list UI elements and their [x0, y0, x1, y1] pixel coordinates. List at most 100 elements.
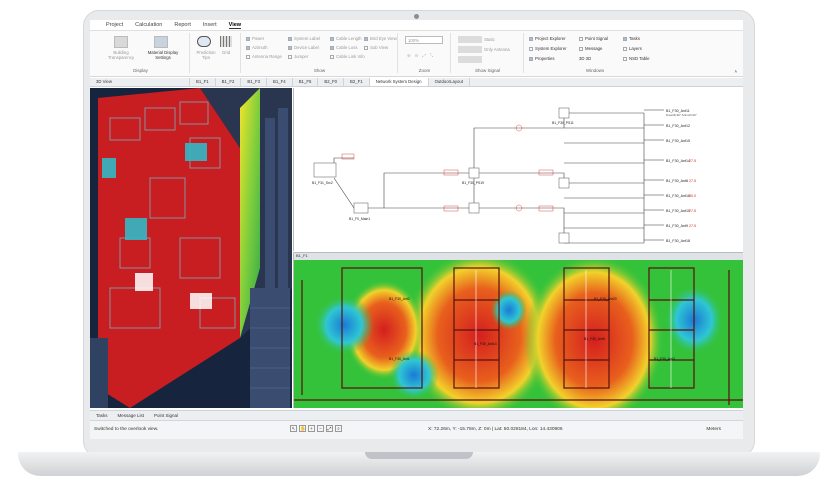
tab-insert[interactable]: Insert — [203, 22, 217, 28]
azimuth-checkbox[interactable]: Azimuth — [246, 45, 268, 50]
nsd-table-toggle[interactable]: NSD Table — [623, 56, 649, 61]
antenna-label: B1_F30_Ant2 — [389, 297, 410, 301]
antenna-range-checkbox[interactable]: Antenna Range — [246, 54, 282, 59]
message-list-tab[interactable]: Message List — [118, 413, 145, 418]
grid-icon — [220, 36, 232, 47]
point-signal-toggle[interactable]: Point Signal — [579, 36, 608, 41]
antenna-label: B1_F30_Ant12 — [666, 124, 690, 128]
layers-toggle[interactable]: Layers — [623, 46, 642, 51]
device-label-checkbox[interactable]: Device Label — [288, 45, 319, 50]
bird-eye-view-checkbox[interactable]: Bird Eye View — [364, 36, 397, 41]
doc-tab-b2-f0[interactable]: B2_F0 — [318, 78, 345, 86]
search-icon[interactable]: ⌕ — [335, 425, 342, 432]
doc-tab-b1-f1[interactable]: B1_F1 — [190, 78, 216, 86]
tasks-toggle[interactable]: Tasks — [623, 36, 640, 41]
grid-button[interactable]: Grid — [222, 50, 230, 55]
signal-heatmap[interactable]: B1_F30_Ant2 B1_F30_Ant14 B1_F30_Ant1 B1_… — [294, 260, 743, 408]
material-settings-icon — [154, 36, 168, 48]
source-label: B1_F31_Src2 — [312, 181, 333, 185]
select-tool-icon[interactable]: ↖ — [290, 425, 297, 432]
show-signal-group-label: Show Signal — [474, 68, 501, 73]
units-label: Meters — [706, 427, 721, 432]
windows-group: Project Explorer Point Signal Tasks Syst… — [525, 33, 665, 73]
app-window: Project Calculation Report Insert View B… — [90, 20, 743, 439]
document-tabs: 3D View B1_F1 B1_F2 B1_F3 B1_F4 B1_F5 B2… — [90, 78, 743, 87]
material-display-settings-button[interactable]: Material Display Settings — [146, 50, 180, 60]
only-antenna-option[interactable]: Only Antenna — [484, 47, 510, 52]
show-group-label: Show — [313, 68, 326, 73]
system-explorer-toggle[interactable]: System Explorer — [529, 46, 567, 51]
power-value: 27.5 — [689, 159, 696, 163]
tips-group: Prediction Tips Grid — [191, 33, 241, 73]
antenna-label: B1_F30_Ant6 — [584, 337, 605, 341]
doc-tab-3d-view[interactable]: 3D View — [90, 78, 190, 86]
heatmap-pane[interactable]: B1_F1 B1_F30_Ant2 B1_F30_Ant14 B1_F30_An… — [293, 252, 743, 408]
status-bar: Switched to the overlook view. ↖ ✋ + − ⤢… — [90, 420, 743, 439]
network-diagram-pane[interactable]: B1_F30_Ant11 B1_F30_Ant12 B1_F30_Ant15 B… — [293, 88, 743, 251]
antenna-subtext: Downtilt:90° Azimuth:90° — [666, 113, 697, 117]
static-option[interactable]: Static — [484, 37, 495, 42]
zoom-buttons[interactable]: ⊕⊖⤢⤡ — [407, 53, 437, 59]
antenna-label: B1_F30_Ant15 — [666, 139, 690, 143]
antenna-label: B1_F30_Ant3 — [654, 357, 675, 361]
project-explorer-toggle[interactable]: Project Explorer — [529, 36, 566, 41]
prediction-tips-icon — [197, 36, 211, 47]
splitter-label: B1_F30_PS11 — [552, 121, 574, 125]
show-signal-group: Static Only Antenna Show Signal — [452, 33, 524, 73]
zoom-group-label: Zoom — [418, 68, 431, 73]
doc-tab-b1-f2[interactable]: B1_F2 — [216, 78, 242, 86]
bottom-panel-tabs: Tasks Message List Point Signal — [90, 410, 743, 420]
tab-view[interactable]: View — [228, 22, 242, 29]
zoom-select[interactable]: 100% — [405, 36, 443, 44]
network-diagram[interactable]: B1_F30_Ant11 B1_F30_Ant12 B1_F30_Ant15 B… — [294, 88, 743, 251]
view-3d-toggle[interactable]: 3D 3D — [579, 56, 591, 61]
building-transparency-icon — [114, 36, 128, 48]
jumper-checkbox[interactable]: Jumper — [288, 54, 308, 59]
building-transparency-button[interactable]: Building Transparency — [106, 50, 136, 60]
camera-dot — [414, 14, 419, 19]
pan-tool-icon[interactable]: ✋ — [299, 425, 306, 432]
3d-view-pane[interactable] — [90, 88, 292, 408]
antenna-label: B1_F30_Ant20 — [594, 297, 617, 301]
doc-tab-outdoor-layout[interactable]: OutdoorLayout — [429, 78, 470, 86]
point-signal-tab[interactable]: Point Signal — [154, 413, 178, 418]
signal-extra-swatch — [458, 56, 482, 63]
cable-link-info-checkbox[interactable]: Cable Link Info — [330, 54, 365, 59]
power-value: 30.0 — [689, 194, 696, 198]
power-checkbox[interactable]: Power — [246, 36, 264, 41]
doc-tab-b1-f5[interactable]: B1_F5 — [293, 78, 319, 86]
main-unit-label: B1_F0_Main1 — [349, 217, 370, 221]
doc-tab-b2-f1[interactable]: B2_F1 — [344, 78, 370, 86]
tab-calculation[interactable]: Calculation — [135, 22, 162, 28]
properties-toggle[interactable]: Properties — [529, 56, 555, 61]
doc-tab-b1-f3[interactable]: B1_F3 — [241, 78, 268, 86]
message-toggle[interactable]: Message — [579, 46, 602, 51]
system-label-checkbox[interactable]: System Label — [288, 36, 320, 41]
tab-project[interactable]: Project — [106, 22, 123, 28]
status-message: Switched to the overlook view. — [94, 427, 159, 432]
3d-building-render[interactable] — [90, 88, 292, 408]
fit-view-icon[interactable]: ⤢ — [326, 425, 333, 432]
collapse-ribbon-icon[interactable]: ˄ — [734, 69, 737, 74]
antenna-label: B1_F30_Ant18 — [666, 239, 690, 243]
doc-tab-network-system-design[interactable]: Network System Design — [369, 78, 429, 86]
cursor-coordinates: X: 72.26m, Y: -15.78m, Z: 0m | Lat: 50.0… — [428, 427, 563, 432]
display-group-label: Display — [133, 68, 148, 73]
prediction-tips-button[interactable]: Prediction Tips — [195, 50, 217, 60]
doc-tab-b1-f4[interactable]: B1_F4 — [267, 78, 293, 86]
tab-report[interactable]: Report — [174, 22, 191, 28]
sub-view-checkbox[interactable]: Sub View — [364, 45, 388, 50]
power-value: 27.5 — [689, 179, 696, 183]
cable-loss-checkbox[interactable]: Cable Loss — [330, 45, 358, 50]
zoom-in-icon[interactable]: + — [308, 425, 315, 432]
antenna-label: B1_F30_Ant8 — [666, 179, 688, 183]
antenna-label: B1_F30_Ant10 — [666, 209, 690, 213]
splitter-label: B1_F30_PS19 — [462, 181, 484, 185]
ribbon: Building Transparency Material Display S… — [90, 31, 743, 77]
zoom-out-icon[interactable]: − — [317, 425, 324, 432]
antenna-label: B1_F30_Ant14 — [474, 342, 497, 346]
antenna-label: B1_F30_Ant14 — [666, 159, 690, 163]
signal-antenna-swatch — [458, 46, 482, 53]
cable-length-checkbox[interactable]: Cable Length — [330, 36, 362, 41]
tasks-tab[interactable]: Tasks — [96, 413, 108, 418]
